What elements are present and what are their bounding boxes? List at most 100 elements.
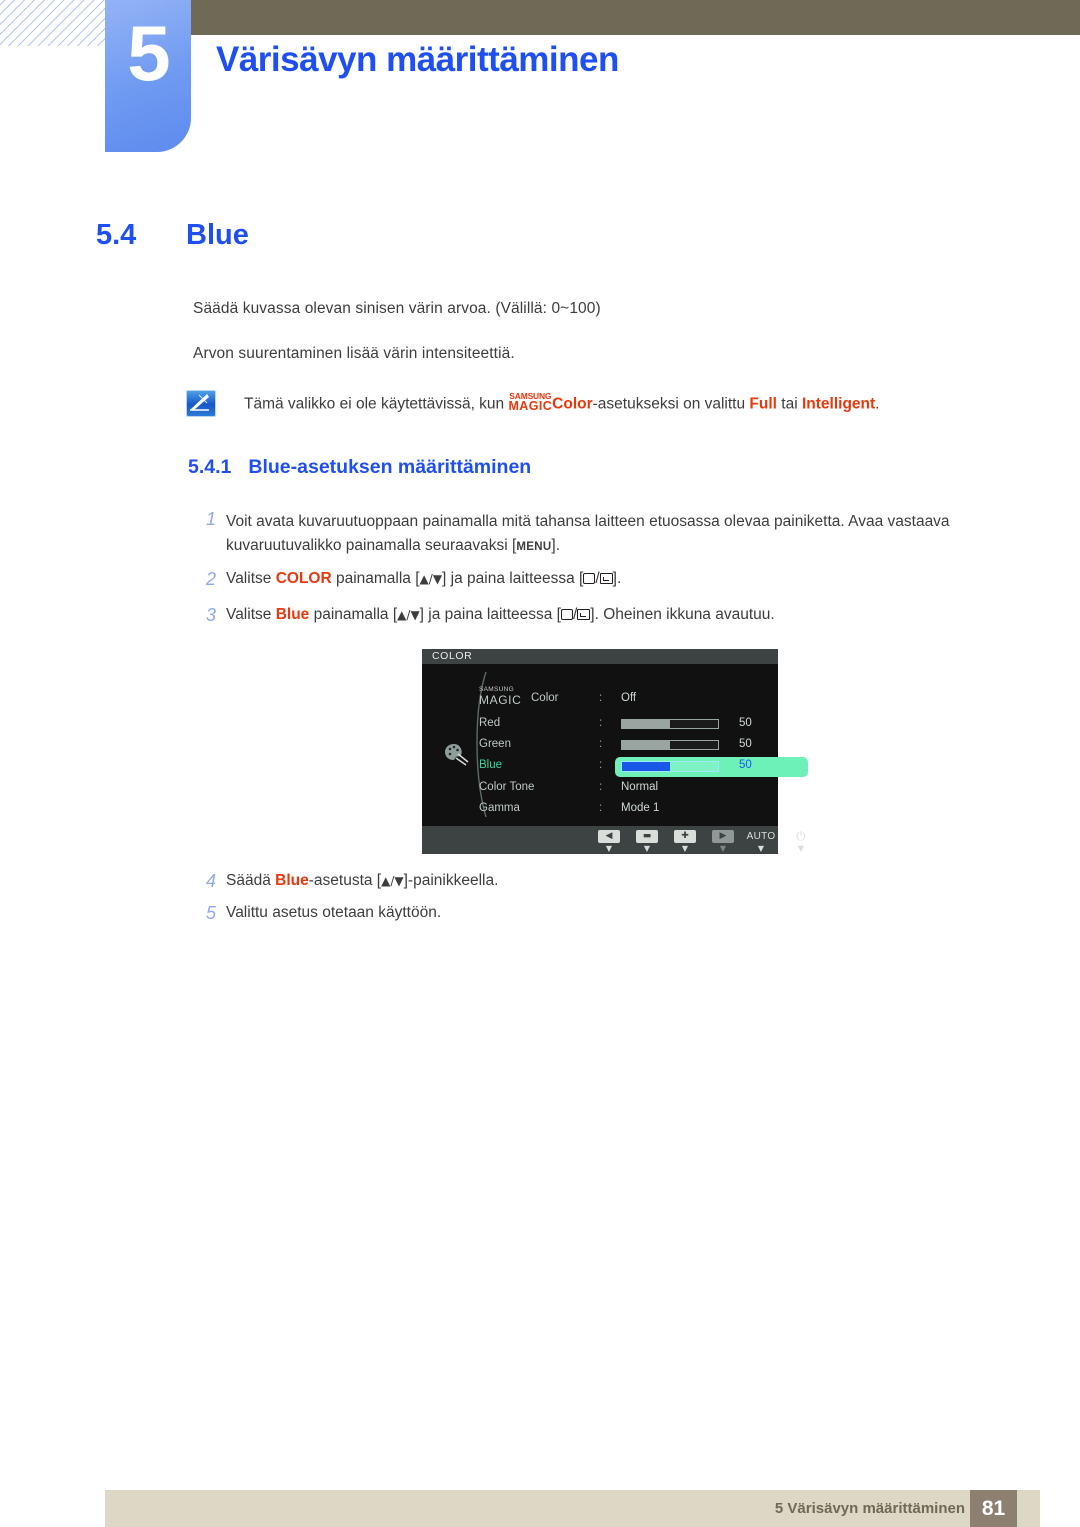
osd-color-menu: COLOR SAMSUNG MAGIC Color: Off Red: 50… [422, 649, 808, 854]
auto-caret-icon: ▼ [757, 844, 765, 853]
osd-number-blue: 50 [739, 759, 752, 771]
osd-row-green[interactable]: Green : 50 [479, 736, 769, 756]
up-down-arrow-icon: ▲/▼ [381, 874, 404, 888]
osd-colon-5: : [599, 781, 603, 793]
footer-chapter-label: 5 Värisävyn määrittäminen [774, 1500, 965, 1517]
subsection-title: Blue-asetuksen määrittäminen [248, 456, 532, 478]
step3-pre: Valitse [226, 606, 276, 623]
step-text-4: Säädä Blue-asetusta [▲/▼]-painikkeella. [226, 872, 498, 890]
enter-key-icon [599, 573, 613, 584]
step2-mid: painamalla [ [331, 570, 420, 587]
step-text-2: Valitse COLOR painamalla [▲/▼] ja paina … [226, 570, 621, 588]
osd-row-blue[interactable]: Blue : 50 [479, 757, 808, 777]
step1-line2-post: ]. [551, 537, 561, 555]
osd-title-bar [422, 649, 778, 664]
note-text-conj: tai [776, 395, 802, 413]
page-title: Blue [186, 219, 249, 251]
osd-colon-1: : [599, 692, 603, 704]
power-caret-icon: ▼ [797, 844, 805, 853]
step3-post: ]. Oheinen ikkuna avautuu. [590, 606, 775, 623]
description-paragraph-2: Arvon suurentaminen lisää värin intensit… [193, 345, 515, 362]
chapter-tab: 5 [105, 0, 191, 152]
osd-slider-red[interactable] [621, 719, 719, 729]
next-caret-icon: ▼ [719, 844, 727, 853]
step-number-5: 5 [205, 903, 216, 923]
source-box-icon [560, 609, 573, 620]
osd-value-gamma: Mode 1 [621, 802, 660, 814]
prev-caret-icon: ▼ [605, 844, 613, 853]
minus-icon: ▬ [636, 830, 658, 843]
osd-number-red: 50 [739, 717, 752, 729]
osd-colon-4: : [599, 759, 603, 771]
footer-bar: 5 Värisävyn määrittäminen 81 [105, 1490, 1040, 1527]
section-number: 5.4 [96, 219, 137, 251]
step3-mid: painamalla [ [309, 606, 398, 623]
osd-row-red[interactable]: Red : 50 [479, 715, 769, 735]
step4-mid: -asetusta [ [308, 872, 382, 889]
auto-label: AUTO [746, 831, 776, 842]
chapter-number: 5 [127, 9, 170, 97]
osd-row-magic-color[interactable]: SAMSUNG MAGIC Color : Off [479, 686, 769, 710]
source-box-icon [583, 573, 596, 584]
note-text-end: . [875, 395, 880, 413]
minus-button[interactable]: ▬ ▼ [636, 830, 658, 853]
logo-line-magic: MAGIC [508, 398, 553, 413]
osd-number-green: 50 [739, 738, 752, 750]
chapter-title: Värisävyn määrittäminen [216, 40, 619, 79]
osd-slider-green-fill [622, 741, 670, 749]
plus-caret-icon: ▼ [681, 844, 689, 853]
power-icon: ⏻ [796, 829, 806, 843]
osd-label-color-tone: Color Tone [479, 781, 535, 793]
osd-colon-2: : [599, 717, 603, 729]
power-button[interactable]: ⏻ ▼ [790, 830, 812, 853]
decorative-hatch-pattern [0, 0, 108, 46]
up-down-arrow-icon: ▲/▼ [419, 572, 443, 586]
osd-slider-green[interactable] [621, 740, 719, 750]
prev-button[interactable]: ◀ ▼ [598, 830, 620, 853]
osd-value-magic-color: Off [621, 692, 637, 704]
step2-mid2: ] ja paina laitteessa [ [442, 570, 584, 587]
page-number: 81 [970, 1490, 1017, 1527]
osd-row-gamma[interactable]: Gamma : Mode 1 [479, 800, 769, 820]
osd-row-color-tone[interactable]: Color Tone : Normal [479, 779, 769, 799]
prev-icon: ◀ [598, 830, 620, 843]
osd-colon-6: : [599, 802, 603, 814]
osd-logo-magic: MAGIC [479, 692, 522, 707]
osd-slider-red-fill [622, 720, 670, 728]
step2-pre: Valitse [226, 570, 276, 587]
plus-button[interactable]: ✚ ▼ [674, 830, 696, 853]
note-text-before: Tämä valikko ei ole käytettävissä, kun [244, 395, 509, 413]
step-text-1: Voit avata kuvaruutuoppaan painamalla mi… [226, 510, 996, 558]
step-number-3: 3 [205, 605, 216, 625]
step2-accent-color: COLOR [275, 570, 332, 587]
note-highlight-intelligent: Intelligent [801, 395, 876, 413]
step4-pre: Säädä [226, 872, 276, 889]
plus-icon: ✚ [674, 830, 696, 843]
header-olive-bar [190, 0, 1080, 35]
subsection-heading: 5.4.1 Blue-asetuksen määrittäminen [188, 456, 531, 479]
next-button[interactable]: ▶ ▼ [712, 830, 734, 853]
enter-key-icon [577, 609, 591, 620]
auto-button[interactable]: AUTO ▼ [744, 830, 778, 853]
subsection-number: 5.4.1 [188, 456, 232, 478]
menu-keycap: MENU [516, 541, 552, 554]
osd-label-gamma: Gamma [479, 802, 520, 814]
description-paragraph-1: Säädä kuvassa olevan sinisen värin arvoa… [193, 300, 601, 317]
step-text-3: Valitse Blue painamalla [▲/▼] ja paina l… [226, 606, 775, 624]
note-pen-icon [186, 390, 216, 417]
samsung-magic-logo: SAMSUNG MAGIC [508, 392, 553, 413]
osd-slider-blue[interactable] [621, 761, 719, 772]
osd-value-color-tone: Normal [621, 781, 659, 793]
note-text: Tämä valikko ei ole käytettävissä, kun S… [244, 392, 879, 414]
minus-caret-icon: ▼ [643, 844, 651, 853]
osd-slider-blue-fill [622, 762, 670, 771]
note-highlight-full: Full [749, 395, 777, 413]
palette-icon [444, 742, 470, 771]
step3-mid2: ] ja paina laitteessa [ [419, 606, 561, 623]
step4-accent-blue: Blue [275, 872, 309, 889]
osd-label-red: Red [479, 717, 501, 729]
step-text-5: Valittu asetus otetaan käyttöön. [226, 904, 442, 921]
note-text-middle: -asetukseksi on valittu [592, 395, 750, 413]
step1-line1: Voit avata kuvaruutuoppaan painamalla mi… [226, 513, 884, 530]
up-down-arrow-icon: ▲/▼ [397, 608, 420, 622]
